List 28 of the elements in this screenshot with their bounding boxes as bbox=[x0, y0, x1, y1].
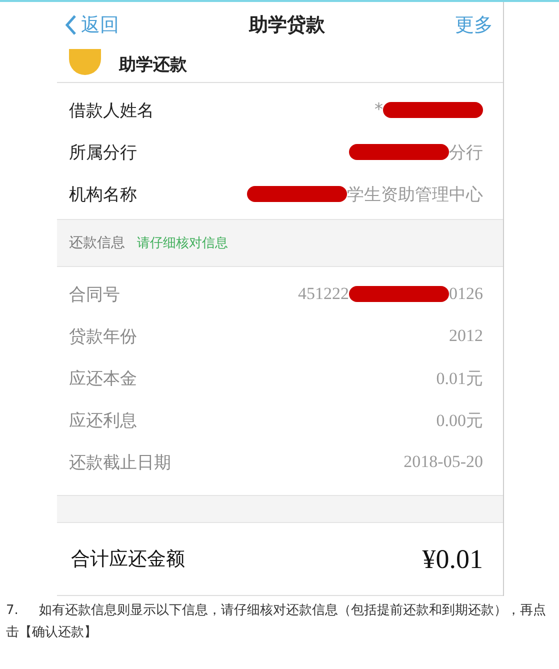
field-label: 应还本金 bbox=[69, 368, 137, 390]
field-value: * bbox=[374, 100, 383, 120]
field-label: 贷款年份 bbox=[69, 326, 137, 348]
field-value: 0126 bbox=[449, 284, 483, 304]
back-button[interactable]: 返回 bbox=[65, 12, 119, 38]
back-chevron-icon bbox=[65, 14, 77, 36]
total-label: 合计应还金额 bbox=[71, 547, 185, 572]
field-label: 应还利息 bbox=[69, 410, 137, 432]
section-title: 还款信息 bbox=[69, 234, 125, 252]
field-label: 机构名称 bbox=[69, 184, 137, 206]
field-label: 还款截止日期 bbox=[69, 452, 171, 474]
field-label: 所属分行 bbox=[69, 142, 137, 164]
field-value: 2018-05-20 bbox=[404, 452, 483, 472]
field-label: 合同号 bbox=[69, 284, 120, 306]
field-value: 0.00元 bbox=[436, 410, 483, 432]
caption-text: 7. 如有还款信息则显示以下信息，请仔细核对还款信息（包括提前还款和到期还款），再点击【确认还款】 bbox=[6, 602, 548, 642]
field-value: 学生资助管理中心 bbox=[347, 184, 483, 206]
total-amount: ¥0.01 bbox=[422, 544, 483, 574]
field-value: 2012 bbox=[449, 326, 483, 346]
field-value: 0.01元 bbox=[436, 368, 483, 390]
more-button[interactable]: 更多 bbox=[455, 12, 493, 38]
nav-title: 助学贷款 bbox=[249, 13, 325, 38]
field-value: 分行 bbox=[449, 142, 483, 164]
section-hint: 请仔细核对信息 bbox=[137, 235, 228, 252]
field-label: 借款人姓名 bbox=[69, 100, 154, 122]
field-value: 451222 bbox=[298, 284, 349, 304]
banner-title: 助学还款 bbox=[119, 55, 187, 75]
coin-icon bbox=[69, 49, 101, 75]
